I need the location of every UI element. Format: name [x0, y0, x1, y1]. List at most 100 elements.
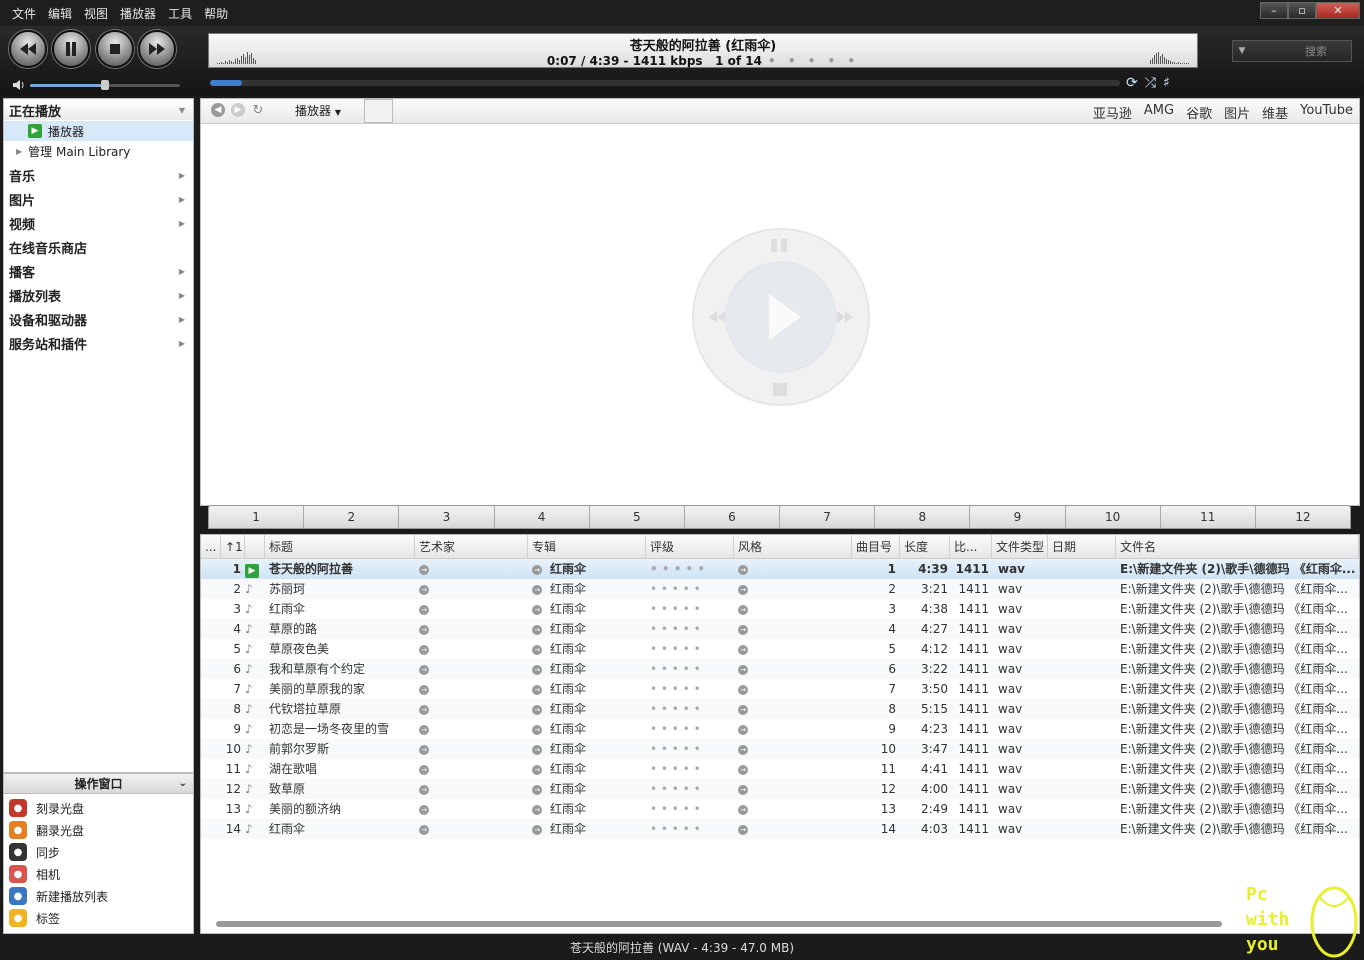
chevron-right-icon[interactable]: ▶	[179, 219, 185, 228]
genre-link-icon[interactable]: →	[738, 579, 758, 599]
tab-player[interactable]: 播放器 ▼	[285, 99, 351, 123]
shuffle-icon[interactable]: ⤮	[1145, 75, 1156, 91]
chevron-right-icon[interactable]: ▶	[179, 291, 185, 300]
column-header[interactable]: 专辑	[528, 535, 646, 559]
track-rating[interactable]: • • • • •	[650, 739, 730, 759]
search-dropdown-icon[interactable]: ▼	[1233, 46, 1251, 56]
table-row[interactable]: 14 ♪ 红雨伞 → → 红雨伞 • • • • • → 14 4:03 1411 wav E:\新建文…	[201, 819, 1359, 839]
column-header[interactable]: 长度	[900, 535, 950, 559]
genre-link-icon[interactable]: →	[738, 739, 758, 759]
track-rating[interactable]: • • • • •	[650, 659, 730, 679]
sidebar-item-library[interactable]: ▶ 管理 Main Library	[4, 141, 193, 161]
sidebar-item[interactable]: 服务站和插件 ▶	[4, 333, 193, 353]
action-item[interactable]: ● 刻录光盘	[4, 797, 193, 819]
column-number-tab[interactable]: 4	[495, 506, 590, 528]
action-item[interactable]: ● 翻录光盘	[4, 819, 193, 841]
track-rating[interactable]: • • • • •	[650, 559, 730, 579]
web-link[interactable]: AMG	[1144, 103, 1174, 122]
column-number-tab[interactable]: 6	[685, 506, 781, 528]
column-number-tab[interactable]: 2	[304, 506, 400, 528]
web-link[interactable]: 谷歌	[1186, 103, 1212, 122]
track-rating[interactable]: • • • • •	[650, 719, 730, 739]
sidebar-item[interactable]: 播放列表 ▶	[4, 285, 193, 305]
column-number-tab[interactable]: 10	[1066, 506, 1161, 528]
artist-link-icon[interactable]: →	[419, 579, 439, 599]
previous-button[interactable]	[9, 30, 47, 68]
table-row[interactable]: 12 ♪ 致草原 → → 红雨伞 • • • • • → 12 4:00 1411 wav E:\新建文…	[201, 779, 1359, 799]
menu-item[interactable]: 帮助	[198, 5, 234, 22]
column-header[interactable]: 艺术家	[415, 535, 528, 559]
play-wheel[interactable]	[691, 227, 871, 407]
actions-header[interactable]: 操作窗口 ⌄	[4, 774, 193, 794]
menu-item[interactable]: 文件	[0, 5, 42, 22]
album-link-icon[interactable]: →	[532, 679, 548, 699]
refresh-icon[interactable]: ↻	[251, 103, 265, 118]
album-link-icon[interactable]: →	[532, 699, 548, 719]
genre-link-icon[interactable]: →	[738, 799, 758, 819]
web-link[interactable]: YouTube	[1300, 103, 1353, 122]
forward-icon[interactable]: ▶	[231, 103, 245, 117]
chevron-down-icon[interactable]: ▼	[179, 106, 185, 115]
web-link[interactable]: 维基	[1262, 103, 1288, 122]
artist-link-icon[interactable]: →	[419, 739, 439, 759]
minimize-button[interactable]: –	[1260, 2, 1288, 19]
column-header[interactable]: 文件类型	[992, 535, 1048, 559]
action-item[interactable]: ● 标签	[4, 907, 193, 929]
maximize-button[interactable]: ▫	[1288, 2, 1316, 19]
new-tab-button[interactable]	[364, 99, 393, 123]
table-row[interactable]: 5 ♪ 草原夜色美 → → 红雨伞 • • • • • → 5 4:12 1411 wav E:\新建文…	[201, 639, 1359, 659]
genre-link-icon[interactable]: →	[738, 779, 758, 799]
genre-link-icon[interactable]: →	[738, 599, 758, 619]
column-header[interactable]: ↑1	[221, 535, 245, 559]
artist-link-icon[interactable]: →	[419, 639, 439, 659]
album-link-icon[interactable]: →	[532, 619, 548, 639]
column-number-tab[interactable]: 11	[1161, 506, 1256, 528]
column-number-tab[interactable]: 1	[209, 506, 305, 528]
column-number-tab[interactable]: 3	[399, 506, 495, 528]
genre-link-icon[interactable]: →	[738, 719, 758, 739]
genre-link-icon[interactable]: →	[738, 699, 758, 719]
table-row[interactable]: 4 ♪ 草原的路 → → 红雨伞 • • • • • → 4 4:27 1411 wav E:\新建文件…	[201, 619, 1359, 639]
action-item[interactable]: ● 同步	[4, 841, 193, 863]
table-row[interactable]: 7 ♪ 美丽的草原我的家 → → 红雨伞 • • • • • → 7 3:50 1411 wav E:\…	[201, 679, 1359, 699]
track-rating[interactable]: • • • • •	[650, 599, 730, 619]
column-header[interactable]: 评级	[646, 535, 734, 559]
genre-link-icon[interactable]: →	[738, 819, 758, 839]
track-rating[interactable]: • • • • •	[650, 779, 730, 799]
action-item[interactable]: ● 相机	[4, 863, 193, 885]
chevron-right-icon[interactable]: ▶	[179, 171, 185, 180]
dropdown-icon[interactable]: ▼	[335, 108, 341, 117]
artist-link-icon[interactable]: →	[419, 599, 439, 619]
track-rating[interactable]: • • • • •	[650, 699, 730, 719]
track-rating[interactable]: • • • • •	[650, 799, 730, 819]
album-link-icon[interactable]: →	[532, 659, 548, 679]
genre-link-icon[interactable]: →	[738, 559, 758, 579]
album-link-icon[interactable]: →	[532, 559, 548, 579]
table-row[interactable]: 13 ♪ 美丽的额济纳 → → 红雨伞 • • • • • → 13 2:49 1411 wav E:\…	[201, 799, 1359, 819]
column-number-tab[interactable]: 9	[970, 506, 1066, 528]
column-header[interactable]: ...	[201, 535, 221, 559]
table-row[interactable]: 8 ♪ 代钦塔拉草原 → → 红雨伞 • • • • • → 8 5:15 1411 wav E:\新建…	[201, 699, 1359, 719]
table-row[interactable]: 3 ♪ 红雨伞 → → 红雨伞 • • • • • → 3 4:38 1411 wav E:\新建文件夹…	[201, 599, 1359, 619]
column-header[interactable]: 曲目号	[852, 535, 900, 559]
track-rating[interactable]: • • • • •	[650, 579, 730, 599]
track-rating[interactable]: • • • • •	[650, 679, 730, 699]
artist-link-icon[interactable]: →	[419, 619, 439, 639]
horizontal-scrollbar[interactable]	[216, 921, 1222, 927]
sidebar-item[interactable]: 音乐 ▶	[4, 165, 193, 185]
table-row[interactable]: 9 ♪ 初恋是一场冬夜里的雪 → → 红雨伞 • • • • • → 9 4:23 1411 wav E…	[201, 719, 1359, 739]
sidebar-item[interactable]: 图片 ▶	[4, 189, 193, 209]
sidebar-item[interactable]: 在线音乐商店	[4, 237, 193, 257]
column-header[interactable]: 日期	[1048, 535, 1116, 559]
web-link[interactable]: 亚马逊	[1093, 103, 1132, 122]
genre-link-icon[interactable]: →	[738, 679, 758, 699]
chevron-right-icon[interactable]: ▶	[179, 267, 185, 276]
column-header[interactable]	[245, 535, 265, 559]
menu-item[interactable]: 编辑	[42, 5, 78, 22]
sidebar-item[interactable]: 视频 ▶	[4, 213, 193, 233]
track-rating[interactable]: • • • • •	[650, 639, 730, 659]
action-item[interactable]: ● 新建播放列表	[4, 885, 193, 907]
web-link[interactable]: 图片	[1224, 103, 1250, 122]
sidebar-now-playing[interactable]: 正在播放 ▼	[4, 100, 193, 120]
artist-link-icon[interactable]: →	[419, 759, 439, 779]
